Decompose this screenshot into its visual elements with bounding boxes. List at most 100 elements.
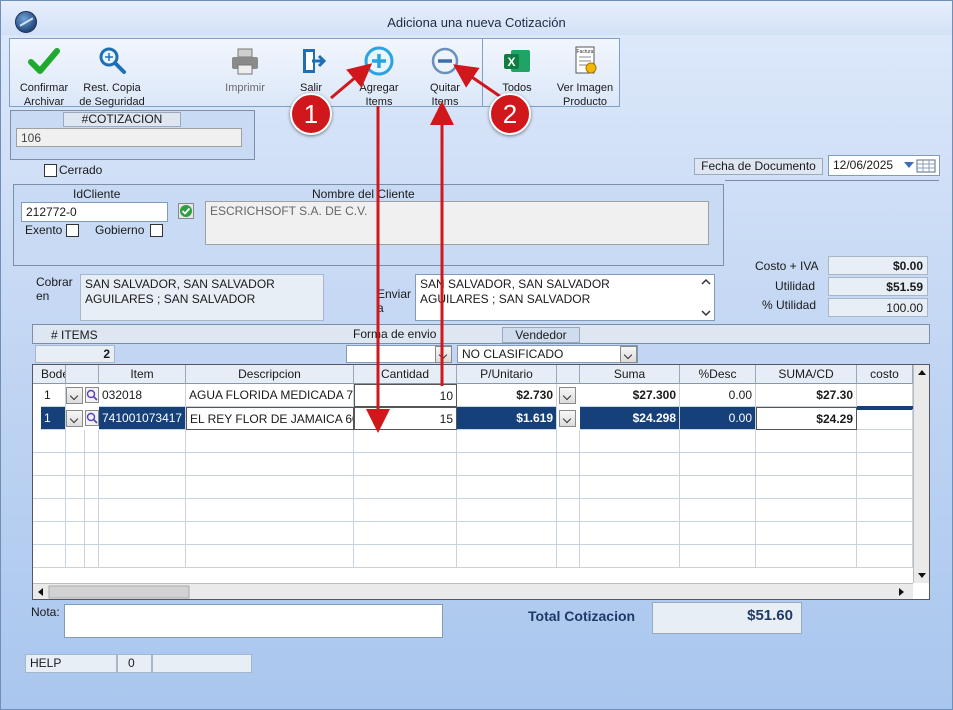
col-header-desc[interactable]: %Desc	[680, 365, 756, 384]
empty-grid-cell[interactable]	[557, 545, 580, 568]
col-header-item[interactable]: Item	[99, 365, 186, 384]
empty-grid-cell[interactable]	[85, 545, 99, 568]
empty-grid-cell[interactable]	[457, 545, 557, 568]
vendedor-select[interactable]: NO CLASIFICADO	[457, 345, 638, 363]
table-row-2-cantidad[interactable]: 15	[354, 407, 457, 430]
rest-copia-button[interactable]: Rest. Copia de Seguridad	[77, 45, 147, 109]
enviar-address-field[interactable]: SAN SALVADOR, SAN SALVADOR AGUILARES ; S…	[415, 274, 715, 321]
table-row-1-descripcion[interactable]: AGUA FLORIDA MEDICADA 7	[186, 384, 354, 407]
empty-grid-cell[interactable]	[99, 430, 186, 453]
empty-grid-cell[interactable]	[354, 430, 457, 453]
empty-grid-cell[interactable]	[354, 499, 457, 522]
empty-grid-cell[interactable]	[680, 453, 756, 476]
empty-grid-cell[interactable]	[186, 476, 354, 499]
empty-grid-cell[interactable]	[580, 499, 680, 522]
forma-envio-dropdown-icon[interactable]	[435, 346, 452, 363]
empty-grid-cell[interactable]	[756, 430, 857, 453]
empty-grid-cell[interactable]	[186, 430, 354, 453]
calendar-dropdown-icon[interactable]	[903, 159, 937, 173]
col-header-suma[interactable]: Suma	[580, 365, 680, 384]
table-row-1-suma[interactable]: $27.300	[580, 384, 680, 407]
empty-grid-cell[interactable]	[85, 430, 99, 453]
row1-bodega-dropdown-icon[interactable]	[66, 387, 83, 404]
empty-grid-cell[interactable]	[580, 453, 680, 476]
agregar-items-button[interactable]: Agregar Items	[351, 45, 407, 109]
empty-grid-cell[interactable]	[186, 522, 354, 545]
row1-price-dropdown-icon[interactable]	[559, 387, 576, 404]
col-header-cantidad[interactable]: Cantidad	[354, 365, 457, 384]
empty-grid-cell[interactable]	[99, 522, 186, 545]
empty-grid-cell[interactable]	[457, 499, 557, 522]
enviar-scrollbar[interactable]	[700, 277, 712, 318]
table-row-2-desc[interactable]: 0.00	[680, 407, 756, 430]
empty-grid-cell[interactable]	[580, 430, 680, 453]
empty-grid-cell[interactable]	[457, 430, 557, 453]
empty-grid-cell[interactable]	[354, 545, 457, 568]
empty-grid-cell[interactable]	[85, 453, 99, 476]
empty-grid-cell[interactable]	[33, 522, 66, 545]
table-row-1-bodega[interactable]: 1	[41, 384, 66, 407]
empty-grid-cell[interactable]	[85, 522, 99, 545]
row1-lookup-icon[interactable]	[85, 387, 99, 403]
imprimir-button[interactable]: Imprimir	[217, 45, 273, 95]
empty-grid-cell[interactable]	[857, 476, 913, 499]
table-row-2-costo[interactable]	[857, 407, 913, 430]
empty-grid-cell[interactable]	[756, 476, 857, 499]
table-row-1-costo[interactable]	[857, 384, 913, 407]
row2-bodega-dropdown-icon[interactable]	[66, 410, 83, 427]
table-row-2-item[interactable]: 741001073417	[99, 407, 186, 430]
col-header-descripcion[interactable]: Descripcion	[186, 365, 354, 384]
table-row-2-sumacd[interactable]: $24.29	[756, 407, 857, 430]
client-verified-icon[interactable]	[178, 203, 194, 219]
empty-grid-cell[interactable]	[857, 430, 913, 453]
grid-horizontal-scrollbar[interactable]	[33, 583, 913, 599]
empty-grid-cell[interactable]	[66, 499, 85, 522]
empty-grid-cell[interactable]	[680, 499, 756, 522]
table-row-1-punitario[interactable]: $2.730	[457, 384, 557, 407]
cerrado-checkbox[interactable]	[44, 164, 57, 177]
empty-grid-cell[interactable]	[756, 522, 857, 545]
empty-grid-cell[interactable]	[580, 545, 680, 568]
col-header-punitario[interactable]: P/Unitario	[457, 365, 557, 384]
empty-grid-cell[interactable]	[33, 545, 66, 568]
empty-grid-cell[interactable]	[99, 453, 186, 476]
exento-checkbox[interactable]	[66, 224, 79, 237]
empty-grid-cell[interactable]	[857, 545, 913, 568]
empty-grid-cell[interactable]	[33, 453, 66, 476]
empty-grid-cell[interactable]	[354, 522, 457, 545]
empty-grid-cell[interactable]	[99, 545, 186, 568]
empty-grid-cell[interactable]	[33, 476, 66, 499]
items-grid[interactable]: Bodega Item Descripcion Cantidad P/Unita…	[32, 364, 930, 600]
empty-grid-cell[interactable]	[680, 476, 756, 499]
empty-grid-cell[interactable]	[66, 453, 85, 476]
empty-grid-cell[interactable]	[557, 499, 580, 522]
table-row-2-suma[interactable]: $24.298	[580, 407, 680, 430]
empty-grid-cell[interactable]	[680, 430, 756, 453]
row2-price-dropdown-icon[interactable]	[559, 410, 576, 427]
empty-grid-cell[interactable]	[680, 545, 756, 568]
empty-grid-cell[interactable]	[557, 476, 580, 499]
empty-grid-cell[interactable]	[66, 476, 85, 499]
empty-grid-cell[interactable]	[85, 499, 99, 522]
empty-grid-cell[interactable]	[457, 476, 557, 499]
empty-grid-cell[interactable]	[85, 476, 99, 499]
table-row-1-sumacd[interactable]: $27.30	[756, 384, 857, 407]
table-row-1-item[interactable]: 032018	[99, 384, 186, 407]
empty-grid-cell[interactable]	[99, 499, 186, 522]
salir-button[interactable]: Salir	[285, 45, 337, 95]
empty-grid-cell[interactable]	[457, 522, 557, 545]
empty-grid-cell[interactable]	[580, 476, 680, 499]
empty-grid-cell[interactable]	[186, 499, 354, 522]
empty-grid-cell[interactable]	[557, 522, 580, 545]
empty-grid-cell[interactable]	[66, 545, 85, 568]
col-header-costo[interactable]: costo	[857, 365, 913, 384]
empty-grid-cell[interactable]	[66, 430, 85, 453]
empty-grid-cell[interactable]	[99, 476, 186, 499]
empty-grid-cell[interactable]	[580, 522, 680, 545]
col-header-dropdown[interactable]	[557, 365, 580, 384]
empty-grid-cell[interactable]	[186, 453, 354, 476]
empty-grid-cell[interactable]	[857, 499, 913, 522]
empty-grid-cell[interactable]	[66, 522, 85, 545]
empty-grid-cell[interactable]	[33, 499, 66, 522]
empty-grid-cell[interactable]	[756, 545, 857, 568]
